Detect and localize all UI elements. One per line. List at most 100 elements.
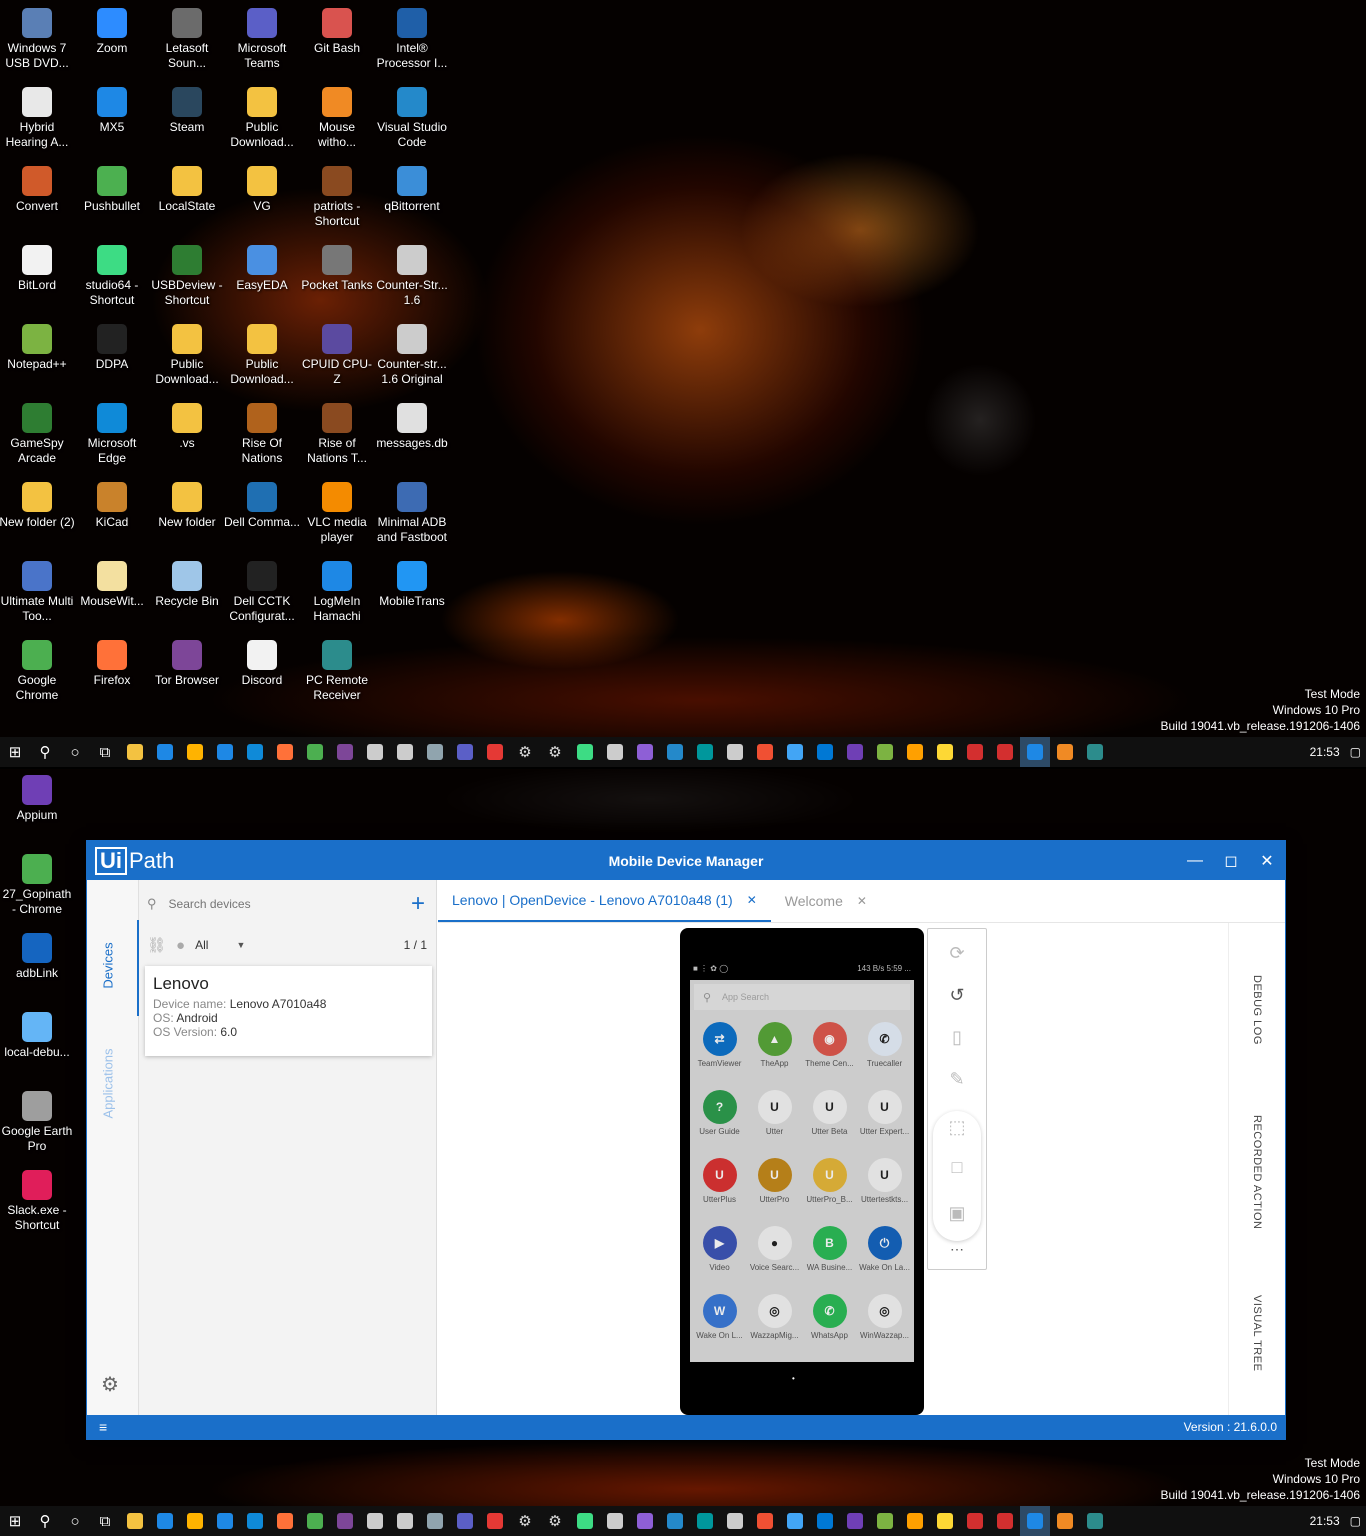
android-icon[interactable]: ⛓ xyxy=(147,936,166,954)
minimize-button[interactable]: — xyxy=(1177,841,1213,880)
rail-tab-devices[interactable]: Devices xyxy=(101,942,116,988)
mail-icon[interactable] xyxy=(150,1506,180,1536)
tab-recorded-action[interactable]: RECORDED ACTION xyxy=(1251,1115,1263,1229)
refresh-icon[interactable]: ⟳ xyxy=(928,943,986,964)
tor-icon[interactable] xyxy=(330,1506,360,1536)
apple-icon[interactable]: ● xyxy=(176,937,185,954)
teams-icon[interactable] xyxy=(450,737,480,767)
phone-app[interactable]: U Utter Beta xyxy=(802,1090,857,1136)
task-view-icon[interactable]: ⧉ xyxy=(90,737,120,767)
more-options-icon[interactable]: ⋯ xyxy=(928,1241,986,1258)
desktop-icon[interactable]: .vs xyxy=(149,403,225,451)
phone-app[interactable]: U UtterPro xyxy=(747,1158,802,1204)
paint-icon[interactable] xyxy=(480,1506,510,1536)
phone-app[interactable]: ◎ WinWazzap... xyxy=(857,1294,912,1340)
rotate-icon[interactable]: ↺ xyxy=(928,985,986,1006)
desktop-icon[interactable]: Public Download... xyxy=(224,87,300,150)
phone-app[interactable]: ◎ WazzapMig... xyxy=(747,1294,802,1340)
desktop-icon[interactable]: Zoom xyxy=(74,8,150,56)
tab-lenovo-opendevice[interactable]: Lenovo | OpenDevice - Lenovo A7010a48 (1… xyxy=(438,879,771,922)
phone-app[interactable]: ✆ WhatsApp xyxy=(802,1294,857,1340)
skype-icon[interactable] xyxy=(810,1506,840,1536)
desktop-icon[interactable]: patriots - Shortcut xyxy=(299,166,375,229)
copy-icon[interactable] xyxy=(360,737,390,767)
skype-icon[interactable] xyxy=(810,737,840,767)
tab-welcome[interactable]: Welcome ✕ xyxy=(771,879,881,922)
phone-screen[interactable]: ⚲ App Search ⇄ TeamViewer ▲ TheApp ◉ Theme Ce… xyxy=(690,980,914,1362)
mail-icon[interactable] xyxy=(150,737,180,767)
arduino-icon[interactable] xyxy=(690,1506,720,1536)
acrobat-icon[interactable] xyxy=(990,737,1020,767)
desktop-icon[interactable]: Pocket Tanks xyxy=(299,245,375,293)
chrome-icon[interactable] xyxy=(300,1506,330,1536)
desktop-icon[interactable]: Intel® Processor I... xyxy=(374,8,450,71)
desktop-icon[interactable]: VG xyxy=(224,166,300,214)
desktop-icon[interactable]: MobileTrans xyxy=(374,561,450,609)
device-card[interactable]: Lenovo Device name: Lenovo A7010a48 OS: … xyxy=(145,966,432,1056)
search-icon[interactable]: ⚲ xyxy=(30,737,60,767)
desktop-icon[interactable]: studio64 - Shortcut xyxy=(74,245,150,308)
desktop-icon[interactable]: Mouse witho... xyxy=(299,87,375,150)
tor-icon[interactable] xyxy=(330,737,360,767)
network-icon[interactable] xyxy=(420,1506,450,1536)
gear-icon[interactable]: ⚙ xyxy=(510,737,540,767)
select-region-icon[interactable]: □ xyxy=(928,1157,986,1178)
arduino-icon[interactable] xyxy=(690,737,720,767)
terminal-icon[interactable] xyxy=(720,737,750,767)
notification-icon[interactable]: ▢ xyxy=(1345,1514,1366,1528)
file-explorer-icon[interactable] xyxy=(120,1506,150,1536)
notepad-icon[interactable] xyxy=(930,1506,960,1536)
utorrent-icon[interactable] xyxy=(870,1506,900,1536)
platform-filter-select[interactable]: All xyxy=(195,938,208,952)
phone-app[interactable]: ▲ TheApp xyxy=(747,1022,802,1068)
desktop-icon[interactable]: Microsoft Teams xyxy=(224,8,300,71)
desktop-icon[interactable]: Rise of Nations T... xyxy=(299,403,375,466)
phone-app[interactable]: ▶ Video xyxy=(692,1226,747,1272)
desktop-icon[interactable]: Counter-Str... 1.6 xyxy=(374,245,450,308)
phone-app[interactable]: ◉ Theme Cen... xyxy=(802,1022,857,1068)
mouse-icon[interactable] xyxy=(1050,1506,1080,1536)
vscode-icon[interactable] xyxy=(660,1506,690,1536)
desktop-icon[interactable]: USBDeview - Shortcut xyxy=(149,245,225,308)
desktop-icon[interactable]: Windows 7 USB DVD... xyxy=(0,8,75,71)
gear-icon[interactable]: ⚙ xyxy=(540,1506,570,1536)
phone-app-search[interactable]: ⚲ App Search xyxy=(694,984,910,1010)
phone-app[interactable]: U Utter Expert... xyxy=(857,1090,912,1136)
appium-icon[interactable] xyxy=(840,737,870,767)
vscode-icon[interactable] xyxy=(660,737,690,767)
mouse-icon[interactable] xyxy=(1050,737,1080,767)
desktop-icon[interactable]: LocalState xyxy=(149,166,225,214)
clock[interactable]: 21:53 xyxy=(1305,745,1345,759)
phone-app[interactable]: ⇄ TeamViewer xyxy=(692,1022,747,1068)
network-icon[interactable] xyxy=(780,1506,810,1536)
gear-icon[interactable]: ⚙ xyxy=(540,737,570,767)
desktop-icon[interactable]: local-debu... xyxy=(0,1012,75,1060)
phone-app[interactable]: ● Voice Searc... xyxy=(747,1226,802,1272)
android-icon[interactable] xyxy=(570,1506,600,1536)
visual-studio-icon[interactable] xyxy=(630,1506,660,1536)
desktop-icon[interactable]: Steam xyxy=(149,87,225,135)
close-tab-icon[interactable]: ✕ xyxy=(747,893,757,907)
desktop-icon[interactable]: Microsoft Edge xyxy=(74,403,150,466)
desktop-icon[interactable]: Pushbullet xyxy=(74,166,150,214)
acrobat-icon[interactable] xyxy=(990,1506,1020,1536)
desktop-icon[interactable]: Counter-str... 1.6 Original xyxy=(374,324,450,387)
desktop-icon[interactable]: MX5 xyxy=(74,87,150,135)
phone-app[interactable]: ⏻ Wake On La... xyxy=(857,1226,912,1272)
file-explorer-icon[interactable] xyxy=(120,737,150,767)
desktop-icon[interactable]: DDPA xyxy=(74,324,150,372)
network-icon[interactable] xyxy=(780,737,810,767)
visual-studio-icon[interactable] xyxy=(630,737,660,767)
pdf-icon[interactable] xyxy=(960,1506,990,1536)
search-devices-input[interactable] xyxy=(168,897,369,911)
notepad-icon[interactable] xyxy=(930,737,960,767)
desktop-icon[interactable]: Ultimate Multi Too... xyxy=(0,561,75,624)
phone-app[interactable]: ? User Guide xyxy=(692,1090,747,1136)
firefox-icon[interactable] xyxy=(270,1506,300,1536)
media-icon[interactable] xyxy=(900,737,930,767)
desktop-icon[interactable]: New folder (2) xyxy=(0,482,75,530)
device-manager-icon[interactable] xyxy=(1020,737,1050,767)
desktop-icon[interactable]: Notepad++ xyxy=(0,324,75,372)
teams-icon[interactable] xyxy=(450,1506,480,1536)
terminal-icon[interactable] xyxy=(720,1506,750,1536)
